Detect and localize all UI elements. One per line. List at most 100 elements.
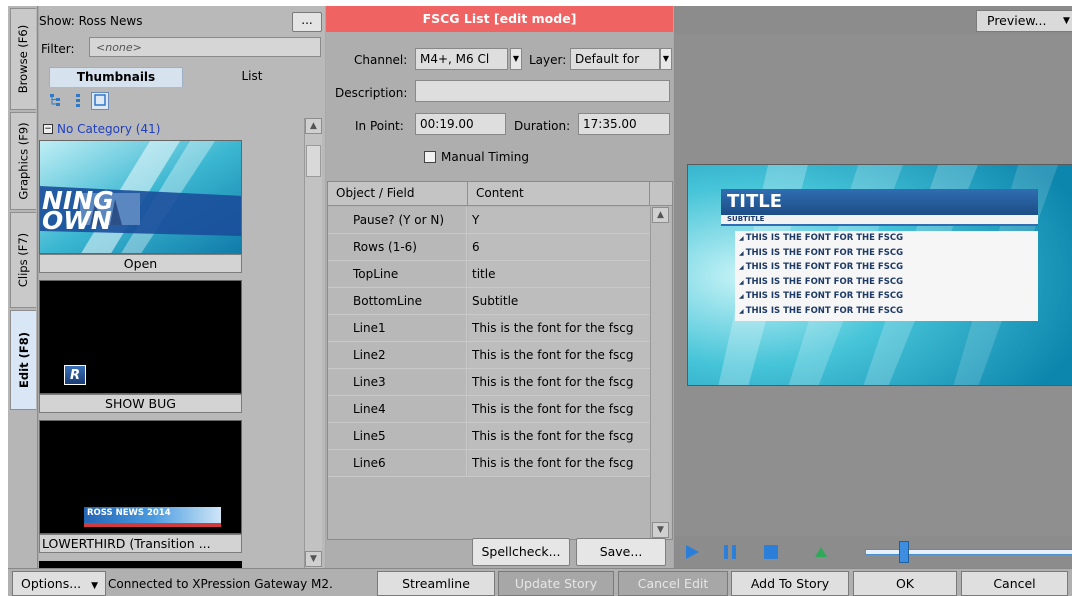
cancel-button[interactable]: Cancel xyxy=(961,571,1068,596)
field-content-cell[interactable]: This is the font for the fscg xyxy=(468,315,650,341)
scroll-up-icon[interactable]: ▲ xyxy=(305,118,322,134)
play-icon[interactable] xyxy=(684,544,700,560)
cancel-edit-button[interactable]: Cancel Edit xyxy=(618,571,728,596)
preview-subtitle-bar: SUBTITLE xyxy=(721,215,1038,226)
table-row[interactable]: Line3 This is the font for the fscg xyxy=(328,369,650,396)
tab-browse[interactable]: Browse (F6) xyxy=(10,8,36,110)
table-row[interactable]: Line4 This is the font for the fscg xyxy=(328,396,650,423)
collapse-icon[interactable]: − xyxy=(43,124,53,134)
lowerthird-stripe xyxy=(84,523,221,527)
bullet-icon: ◢ xyxy=(739,278,746,286)
preview-image: TITLE SUBTITLE ◢ THIS IS THE FONT FOR TH… xyxy=(687,164,1072,386)
view-tabs: Thumbnails List xyxy=(49,67,319,87)
fields-grid: Object / Field Content Pause? (Y or N) Y R… xyxy=(327,181,673,540)
thumbnail-item[interactable]: R SHOW BUG xyxy=(39,280,242,413)
tab-graphics[interactable]: Graphics (F9) xyxy=(10,112,36,210)
field-name-cell: Line4 xyxy=(328,396,467,422)
field-content-cell[interactable]: This is the font for the fscg xyxy=(468,423,650,449)
category-label: No Category (41) xyxy=(57,122,161,136)
preview-line-text: THIS IS THE FONT FOR THE FSCG xyxy=(745,291,904,301)
manual-timing-checkbox[interactable] xyxy=(424,151,436,163)
bullet-icon: ◢ xyxy=(739,235,746,242)
field-content-cell[interactable]: Y xyxy=(468,207,650,233)
thumbnail-item[interactable]: ROSS NEWS 2014 LOWERTHIRD (Transition ..… xyxy=(39,420,242,553)
tree-expand-icon[interactable] xyxy=(47,92,65,110)
lowerthird-banner-text: ROSS NEWS 2014 xyxy=(87,508,171,518)
field-name-cell: Line2 xyxy=(328,342,467,368)
description-input[interactable] xyxy=(415,80,670,102)
field-name-cell: TopLine xyxy=(328,261,467,287)
grid-header: Object / Field Content xyxy=(328,182,672,206)
frame-select-icon[interactable] xyxy=(91,92,109,110)
preview-title-bar: TITLE xyxy=(721,189,1038,215)
grid-scroll-down-icon[interactable]: ▼ xyxy=(652,522,669,538)
duration-input[interactable]: 17:35.00 xyxy=(578,113,670,135)
field-content-cell[interactable]: This is the font for the fscg xyxy=(468,342,650,368)
show-row: Show: Ross News xyxy=(39,14,142,28)
field-name-cell: Line1 xyxy=(328,315,467,341)
filter-input[interactable]: <none> xyxy=(89,37,321,57)
inpoint-input[interactable]: 00:19.00 xyxy=(415,113,506,135)
show-browse-button[interactable]: ... xyxy=(292,12,322,32)
scroll-down-icon[interactable]: ▼ xyxy=(305,551,322,567)
add-to-story-button[interactable]: Add To Story xyxy=(731,571,849,596)
field-name-cell: Rows (1-6) xyxy=(328,234,467,260)
chevron-down-icon: ▼ xyxy=(91,581,99,591)
preview-line-text: THIS IS THE FONT FOR THE FSCG xyxy=(745,276,904,287)
browser-scrollbar[interactable]: ▲ ▼ xyxy=(304,118,322,568)
preview-line: ◢ THIS IS THE FONT FOR THE FSCG xyxy=(739,262,903,272)
table-row[interactable]: BottomLine Subtitle xyxy=(328,288,650,315)
tab-clips[interactable]: Clips (F7) xyxy=(10,212,36,308)
save-button[interactable]: Save... xyxy=(576,538,666,566)
eject-icon[interactable] xyxy=(814,546,828,558)
table-row[interactable]: Line5 This is the font for the fscg xyxy=(328,423,650,450)
layer-select[interactable]: Default for xyxy=(570,48,660,70)
table-row[interactable]: Line6 This is the font for the fscg xyxy=(328,450,650,477)
options-button[interactable]: Options... ▼ xyxy=(12,571,106,596)
ok-button[interactable]: OK xyxy=(853,571,957,596)
field-content-cell[interactable]: This is the font for the fscg xyxy=(468,396,650,422)
table-row[interactable]: Line1 This is the font for the fscg xyxy=(328,315,650,342)
table-row[interactable]: Rows (1-6) 6 xyxy=(328,234,650,261)
table-row[interactable]: Pause? (Y or N) Y xyxy=(328,207,650,234)
field-content-cell[interactable]: This is the font for the fscg xyxy=(468,450,650,476)
timeline-slider-thumb[interactable] xyxy=(899,541,909,563)
spellcheck-button[interactable]: Spellcheck... xyxy=(472,538,570,566)
category-row[interactable]: − No Category (41) xyxy=(43,122,160,136)
editor-panel: FSCG List [edit mode] Channel: M4+, M6 C… xyxy=(326,6,673,568)
tab-browse-label: Browse (F6) xyxy=(16,24,31,94)
table-row[interactable]: Line2 This is the font for the fscg xyxy=(328,342,650,369)
thumbnail-item-partial[interactable] xyxy=(39,561,242,568)
tab-thumbnails[interactable]: Thumbnails xyxy=(49,67,183,87)
table-row[interactable]: TopLine title xyxy=(328,261,650,288)
column-header-content[interactable]: Content xyxy=(468,182,650,206)
timeline-slider-track[interactable] xyxy=(865,549,1072,555)
preview-menu-button[interactable]: Preview... ▼ xyxy=(976,10,1072,32)
tab-edit-label: Edit (F8) xyxy=(16,332,31,388)
stop-icon[interactable] xyxy=(763,544,779,560)
bullet-icon: ◢ xyxy=(739,293,746,300)
layer-dropdown-icon[interactable]: ▼ xyxy=(660,48,672,70)
tree-collapse-icon[interactable] xyxy=(69,92,87,110)
update-story-button[interactable]: Update Story xyxy=(498,571,614,596)
field-content-cell[interactable]: This is the font for the fscg xyxy=(468,369,650,395)
scroll-thumb[interactable] xyxy=(306,145,321,177)
field-content-cell[interactable]: title xyxy=(468,261,650,287)
grid-scroll-up-icon[interactable]: ▲ xyxy=(652,207,669,223)
thumbnail-item[interactable]: NING OWN Open xyxy=(39,140,242,273)
field-content-cell[interactable]: 6 xyxy=(468,234,650,260)
tab-graphics-label: Graphics (F9) xyxy=(16,122,31,200)
channel-select[interactable]: M4+, M6 Cl xyxy=(415,48,508,70)
pause-icon[interactable] xyxy=(722,544,738,560)
tab-edit[interactable]: Edit (F8) xyxy=(10,310,36,410)
channel-dropdown-icon[interactable]: ▼ xyxy=(510,48,522,70)
column-header-field[interactable]: Object / Field xyxy=(328,182,468,206)
field-content-cell[interactable]: Subtitle xyxy=(468,288,650,314)
preview-line: ◢ THIS IS THE FONT FOR THE FSCG xyxy=(739,306,903,316)
grid-scrollbar[interactable]: ▲ ▼ xyxy=(650,207,670,539)
tab-list[interactable]: List xyxy=(185,67,319,87)
preview-subtitle: SUBTITLE xyxy=(727,215,765,223)
thumbnail-image-open: NING OWN xyxy=(39,140,242,254)
streamline-button[interactable]: Streamline xyxy=(377,571,495,596)
thumbnail-caption: Open xyxy=(39,254,242,273)
